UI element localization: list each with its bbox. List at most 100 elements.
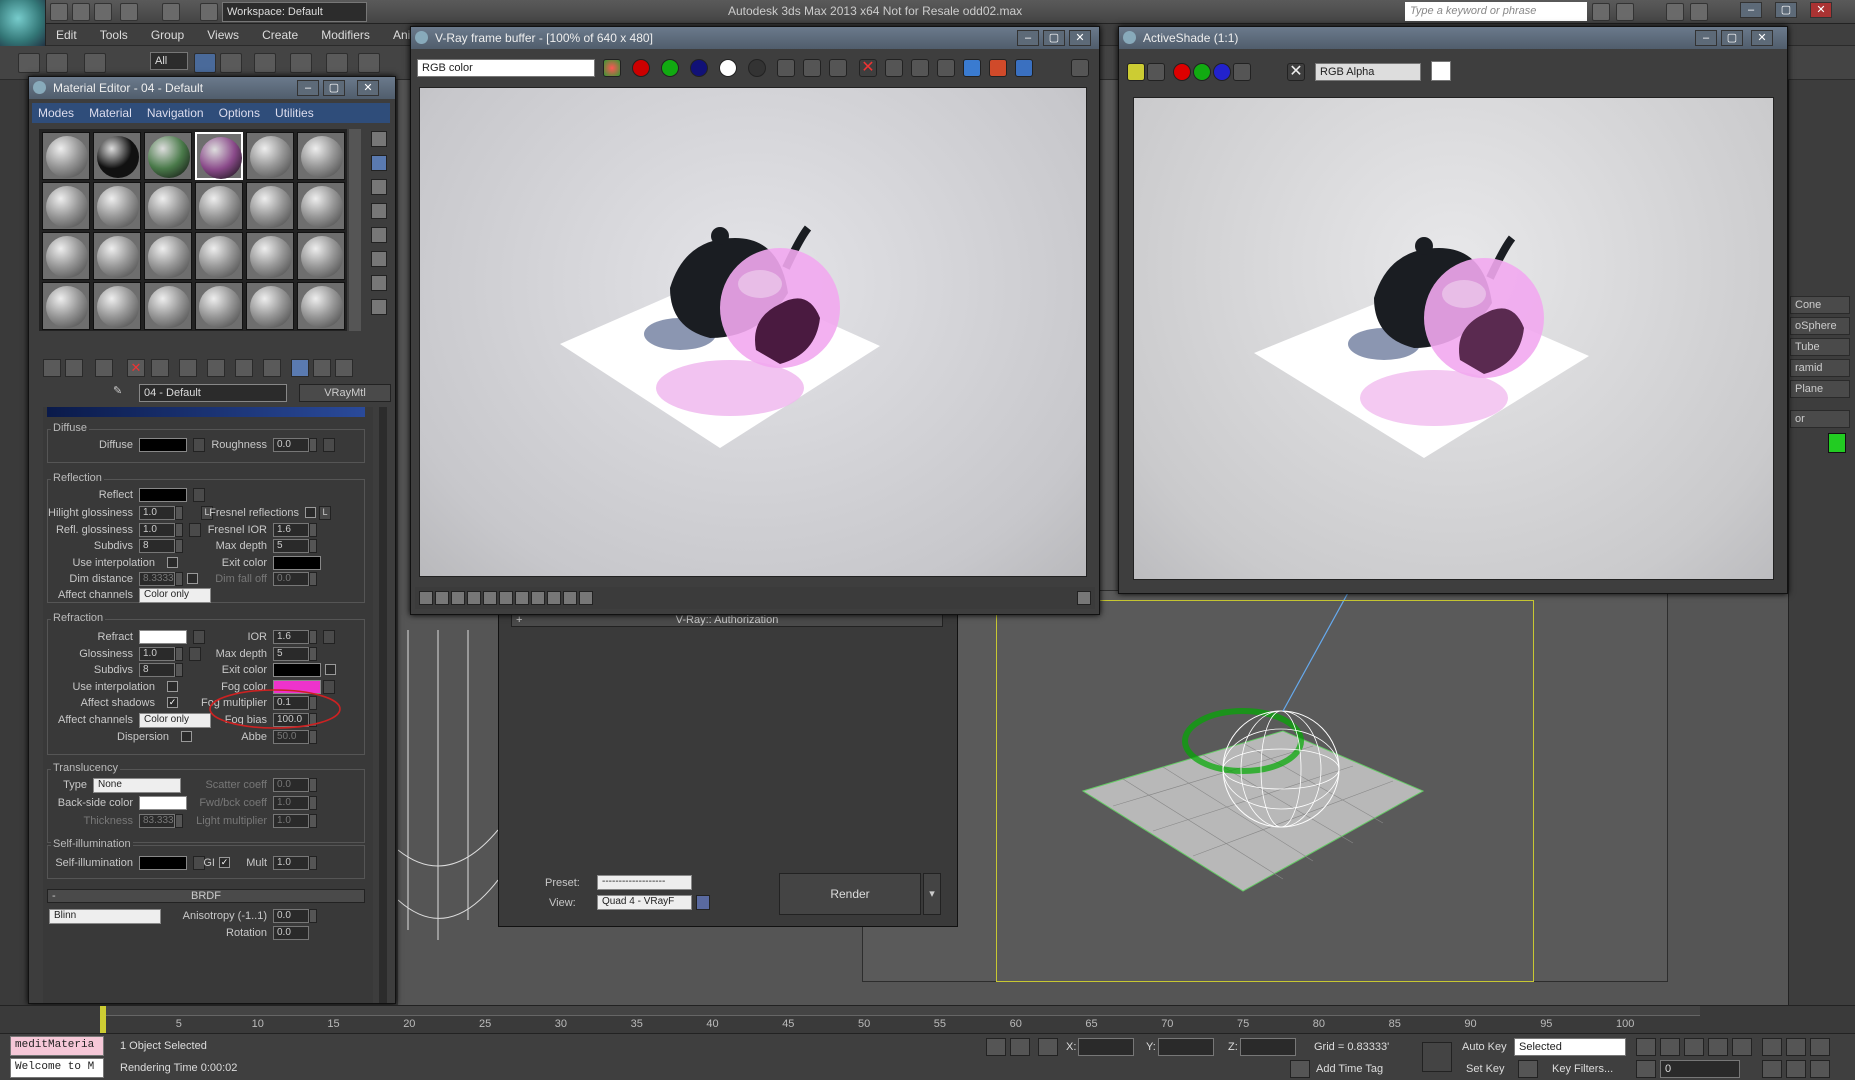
material-slot[interactable] (93, 182, 141, 230)
pixel-aspect-icon[interactable] (563, 591, 577, 605)
activeshade-close-button[interactable]: ✕ (1751, 30, 1773, 46)
material-slot[interactable] (144, 182, 192, 230)
dim-falloff-field[interactable]: 0.0 (273, 572, 309, 586)
brdf-type-dropdown[interactable]: Blinn (49, 909, 161, 924)
assign-material-icon[interactable] (95, 359, 113, 377)
backside-color-swatch[interactable] (139, 796, 187, 810)
activeshade-rendered-image[interactable] (1133, 97, 1774, 580)
vfb-maximize-button[interactable]: ▢ (1043, 30, 1065, 46)
activeshade-channel-dropdown[interactable]: RGB Alpha (1315, 63, 1421, 81)
rollout-scrollbar[interactable] (379, 407, 387, 1003)
gi-checkbox[interactable]: ✓ (219, 857, 230, 868)
tools-icon[interactable] (1616, 3, 1634, 21)
set-key-icon[interactable] (1422, 1042, 1452, 1072)
self-illum-mult-spinner[interactable] (309, 856, 317, 870)
go-forward-sibling-icon[interactable] (335, 359, 353, 377)
self-illum-mult-field[interactable]: 1.0 (273, 856, 309, 870)
mono-channel-icon[interactable] (1233, 63, 1251, 81)
green-channel-icon[interactable] (1193, 63, 1211, 81)
hsv-icon[interactable] (547, 591, 561, 605)
menu-modes[interactable]: Modes (32, 103, 80, 123)
refr-max-depth-spinner[interactable] (309, 647, 317, 661)
material-id-icon[interactable] (235, 359, 253, 377)
maximize-app-button[interactable]: ▢ (1775, 2, 1797, 18)
material-editor-window[interactable]: Material Editor - 04 - Default – ▢ ✕ Mod… (28, 76, 396, 1004)
project-folder-icon[interactable] (200, 3, 218, 21)
absolute-relative-icon[interactable] (1038, 1038, 1058, 1056)
create-tube-button[interactable]: Tube (1790, 338, 1850, 356)
material-slot[interactable] (195, 282, 243, 330)
new-file-icon[interactable] (50, 3, 68, 21)
material-slot[interactable] (195, 182, 243, 230)
scatter-coeff-field[interactable]: 0.0 (273, 778, 309, 792)
affect-shadows-checkbox[interactable]: ✓ (167, 697, 178, 708)
set-key-button[interactable]: Set Key (1466, 1063, 1505, 1075)
command-panel[interactable] (1788, 80, 1855, 1010)
save-all-icon[interactable] (803, 59, 821, 77)
material-slot[interactable] (144, 132, 192, 180)
pan-icon[interactable] (1762, 1038, 1782, 1056)
refr-glossiness-field[interactable]: 1.0 (139, 647, 175, 661)
redo-icon[interactable] (162, 3, 180, 21)
light-multiplier-field[interactable]: 1.0 (273, 814, 309, 828)
select-object-icon[interactable] (194, 53, 216, 73)
menu-tools[interactable]: Tools (90, 24, 138, 46)
material-name-field[interactable]: 04 - Default (139, 384, 287, 402)
material-slot[interactable] (93, 132, 141, 180)
open-image-icon[interactable] (829, 59, 847, 77)
activeshade-title-bar[interactable]: ActiveShade (1:1) – ▢ ✕ (1119, 27, 1787, 49)
star-icon[interactable] (1666, 3, 1684, 21)
view-dropdown[interactable]: Quad 4 - VRayF (597, 895, 692, 910)
lut-icon[interactable] (531, 591, 545, 605)
vfb-title-bar[interactable]: V-Ray frame buffer - [100% of 640 x 480]… (411, 27, 1099, 49)
refl-affect-channels-dropdown[interactable]: Color only (139, 588, 211, 603)
field-of-view-icon[interactable] (1762, 1060, 1782, 1078)
dim-distance-field[interactable]: 8.3333 (139, 572, 175, 586)
hilight-glossiness-spinner[interactable] (175, 506, 183, 520)
unlink-icon[interactable] (46, 53, 68, 73)
background-color-swatch[interactable] (1431, 61, 1451, 81)
menu-options[interactable]: Options (213, 103, 266, 123)
key-mode-dropdown[interactable]: Selected (1514, 1038, 1626, 1056)
search-input[interactable]: Type a keyword or phrase (1405, 2, 1587, 21)
undo-icon[interactable] (120, 3, 138, 21)
next-frame-icon[interactable] (1708, 1038, 1728, 1056)
histogram-icon[interactable] (515, 591, 529, 605)
maxscript-listener-line-1[interactable]: meditMateria (10, 1036, 104, 1056)
go-to-end-icon[interactable] (1732, 1038, 1752, 1056)
red-channel-icon[interactable] (632, 59, 650, 77)
get-material-icon[interactable] (43, 359, 61, 377)
exposure-icon[interactable] (499, 591, 513, 605)
refl-max-depth-spinner[interactable] (309, 539, 317, 553)
workspace-dropdown[interactable]: Workspace: Default (222, 2, 367, 22)
fresnel-reflections-checkbox[interactable] (305, 507, 316, 518)
material-slot[interactable] (246, 282, 294, 330)
ior-map-button[interactable] (323, 630, 335, 644)
material-slot[interactable] (246, 232, 294, 280)
fwd-bck-coeff-spinner[interactable] (309, 796, 317, 810)
region-select-icon[interactable] (254, 53, 276, 73)
rollout-toggle[interactable]: + (516, 614, 522, 626)
y-coordinate-field[interactable] (1158, 1038, 1214, 1056)
rgb-toggle-icon[interactable] (603, 59, 621, 77)
show-end-result-icon[interactable] (291, 359, 309, 377)
material-slot[interactable] (144, 232, 192, 280)
info-icon[interactable] (451, 591, 465, 605)
menu-edit[interactable]: Edit (46, 24, 87, 46)
time-tag-icon[interactable] (1290, 1060, 1310, 1078)
close-app-button[interactable]: ✕ (1810, 2, 1832, 18)
refr-max-depth-field[interactable]: 5 (273, 647, 309, 661)
sample-type-icon[interactable] (371, 131, 387, 147)
menu-views[interactable]: Views (197, 24, 249, 46)
key-filters-button[interactable]: Key Filters... (1552, 1063, 1613, 1075)
ior-field[interactable]: 1.6 (273, 630, 309, 644)
alpha-channel-icon[interactable] (719, 59, 737, 77)
vray-authorization-rollout[interactable]: + V-Ray:: Authorization (511, 613, 943, 627)
make-copy-icon[interactable] (151, 359, 169, 377)
isolate-selection-icon[interactable] (986, 1038, 1006, 1056)
selection-filter-dropdown[interactable]: All (150, 52, 188, 70)
maxscript-listener-line-2[interactable]: Welcome to M (10, 1058, 104, 1078)
translucency-type-dropdown[interactable]: None (93, 778, 181, 793)
open-file-icon[interactable] (72, 3, 90, 21)
material-slot[interactable] (42, 182, 90, 230)
